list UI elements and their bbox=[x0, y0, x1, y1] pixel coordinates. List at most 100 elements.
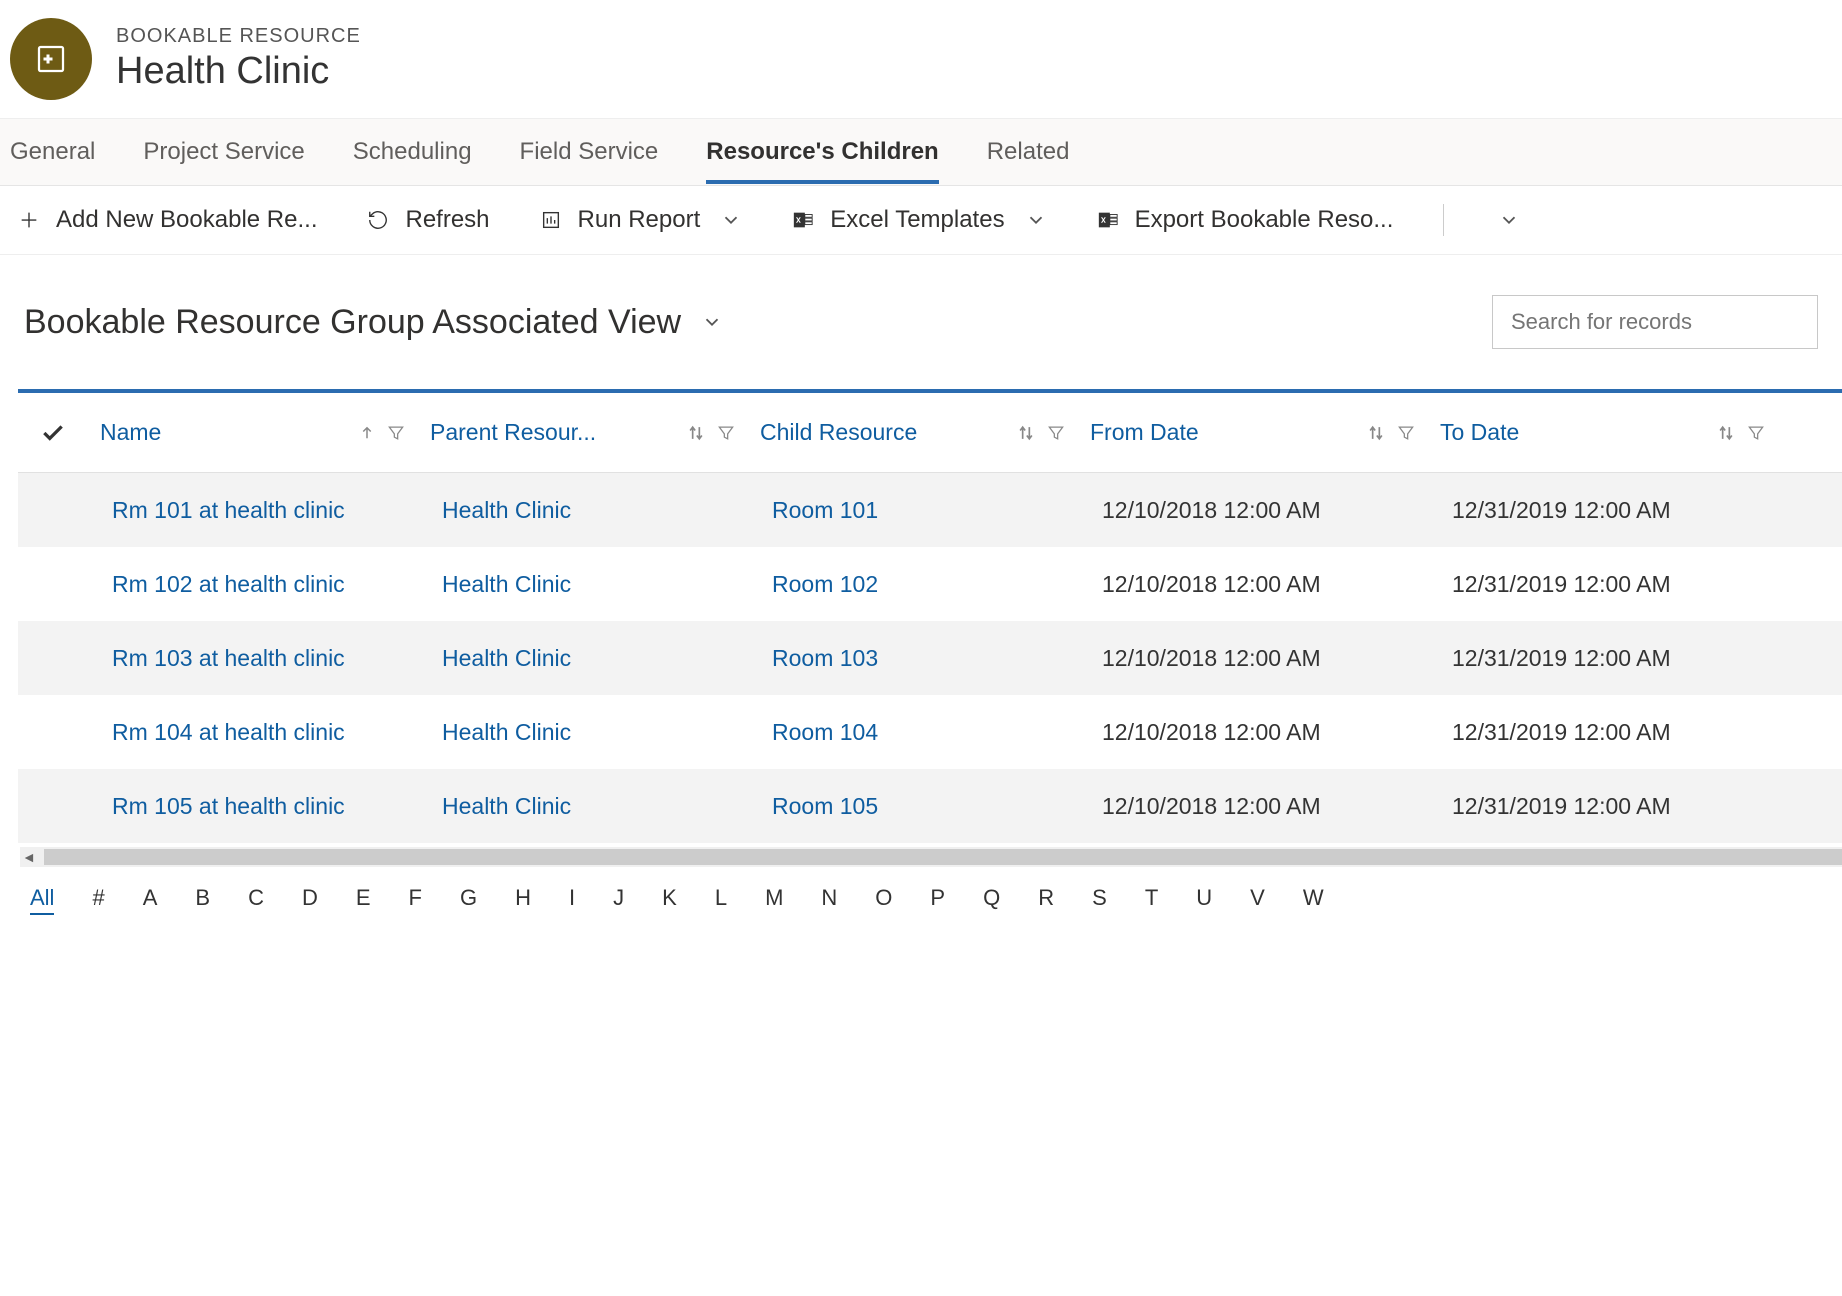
cell-link[interactable]: Room 102 bbox=[760, 571, 890, 598]
export-label: Export Bookable Reso... bbox=[1135, 206, 1394, 234]
chevron-down-icon bbox=[1025, 209, 1047, 231]
add-new-bookable-resource-button[interactable]: Add New Bookable Re... bbox=[18, 206, 317, 234]
table-row[interactable]: Rm 104 at health clinic Health Clinic Room… bbox=[18, 695, 1842, 769]
scroll-left-arrow-icon[interactable]: ◄ bbox=[22, 849, 36, 865]
index-a[interactable]: A bbox=[143, 885, 158, 915]
command-separator bbox=[1443, 204, 1444, 236]
index-k[interactable]: K bbox=[662, 885, 677, 915]
tab-resource-s-children[interactable]: Resource's Children bbox=[706, 122, 938, 182]
cell-link[interactable]: Health Clinic bbox=[430, 571, 583, 598]
chevron-down-icon bbox=[1498, 209, 1520, 231]
index-i[interactable]: I bbox=[569, 885, 575, 915]
run-report-button[interactable]: Run Report bbox=[540, 206, 743, 234]
column-header-parent-resource[interactable]: Parent Resour... bbox=[418, 419, 748, 446]
sort-icon bbox=[686, 423, 706, 443]
index-j[interactable]: J bbox=[613, 885, 624, 915]
index-g[interactable]: G bbox=[460, 885, 477, 915]
check-icon bbox=[40, 420, 66, 446]
index-f[interactable]: F bbox=[409, 885, 422, 915]
cell-link[interactable]: Rm 101 at health clinic bbox=[100, 497, 357, 524]
command-bar: Add New Bookable Re... Refresh Run Repor… bbox=[0, 186, 1842, 255]
index-o[interactable]: O bbox=[875, 885, 892, 915]
index-t[interactable]: T bbox=[1145, 885, 1158, 915]
cell-link[interactable]: Rm 105 at health clinic bbox=[100, 793, 357, 820]
refresh-icon bbox=[367, 209, 389, 231]
index-p[interactable]: P bbox=[930, 885, 945, 915]
sort-icon bbox=[1366, 423, 1386, 443]
index-l[interactable]: L bbox=[715, 885, 727, 915]
index-s[interactable]: S bbox=[1092, 885, 1107, 915]
grid-header-row: Name Parent Resour... Child Resource bbox=[18, 393, 1842, 473]
filter-icon[interactable] bbox=[386, 423, 406, 443]
view-title-label: Bookable Resource Group Associated View bbox=[24, 303, 681, 342]
column-header-from-date[interactable]: From Date bbox=[1078, 419, 1428, 446]
cell-link[interactable]: Room 101 bbox=[760, 497, 890, 524]
chevron-down-icon bbox=[701, 311, 723, 333]
cell-link[interactable]: Rm 103 at health clinic bbox=[100, 645, 357, 672]
table-row[interactable]: Rm 102 at health clinic Health Clinic Room… bbox=[18, 547, 1842, 621]
cell-text: 12/10/2018 12:00 AM bbox=[1090, 571, 1333, 598]
column-header-child-resource[interactable]: Child Resource bbox=[748, 419, 1078, 446]
cell-link[interactable]: Rm 102 at health clinic bbox=[100, 571, 357, 598]
index-m[interactable]: M bbox=[765, 885, 783, 915]
cell-link[interactable]: Health Clinic bbox=[430, 793, 583, 820]
scroll-thumb[interactable] bbox=[44, 849, 1842, 865]
filter-icon[interactable] bbox=[716, 423, 736, 443]
index-r[interactable]: R bbox=[1038, 885, 1054, 915]
add-new-label: Add New Bookable Re... bbox=[56, 206, 317, 234]
report-icon bbox=[540, 209, 562, 231]
tab-general[interactable]: General bbox=[10, 122, 95, 182]
column-header-name[interactable]: Name bbox=[88, 419, 418, 446]
tab-project-service[interactable]: Project Service bbox=[143, 122, 304, 182]
tab-related[interactable]: Related bbox=[987, 122, 1070, 182]
index-c[interactable]: C bbox=[248, 885, 264, 915]
record-header: BOOKABLE RESOURCE Health Clinic bbox=[0, 0, 1842, 118]
record-title: Health Clinic bbox=[116, 50, 361, 93]
export-button[interactable]: Export Bookable Reso... bbox=[1097, 206, 1394, 234]
entity-label: BOOKABLE RESOURCE bbox=[116, 25, 361, 48]
index-v[interactable]: V bbox=[1250, 885, 1265, 915]
cell-link[interactable]: Health Clinic bbox=[430, 719, 583, 746]
column-label: From Date bbox=[1090, 419, 1354, 446]
excel-templates-button[interactable]: Excel Templates bbox=[792, 206, 1046, 234]
tab-strip: General Project Service Scheduling Field Se… bbox=[0, 118, 1842, 186]
index-all[interactable]: All bbox=[30, 885, 54, 915]
cell-link[interactable]: Health Clinic bbox=[430, 645, 583, 672]
column-header-to-date[interactable]: To Date bbox=[1428, 419, 1778, 446]
index-#[interactable]: # bbox=[92, 885, 104, 915]
column-label: Name bbox=[100, 419, 346, 446]
tab-scheduling[interactable]: Scheduling bbox=[353, 122, 472, 182]
index-h[interactable]: H bbox=[515, 885, 531, 915]
cell-text: 12/10/2018 12:00 AM bbox=[1090, 645, 1333, 672]
overflow-menu-button[interactable] bbox=[1494, 209, 1520, 231]
cell-text: 12/10/2018 12:00 AM bbox=[1090, 719, 1333, 746]
cell-link[interactable]: Room 105 bbox=[760, 793, 890, 820]
horizontal-scrollbar[interactable]: ◄ bbox=[20, 847, 1842, 867]
view-header: Bookable Resource Group Associated View bbox=[0, 255, 1842, 369]
select-all-column[interactable] bbox=[18, 420, 88, 446]
sort-icon bbox=[1016, 423, 1036, 443]
index-d[interactable]: D bbox=[302, 885, 318, 915]
table-row[interactable]: Rm 101 at health clinic Health Clinic Room… bbox=[18, 473, 1842, 547]
filter-icon[interactable] bbox=[1746, 423, 1766, 443]
index-w[interactable]: W bbox=[1303, 885, 1324, 915]
cell-link[interactable]: Health Clinic bbox=[430, 497, 583, 524]
cell-link[interactable]: Rm 104 at health clinic bbox=[100, 719, 357, 746]
view-selector[interactable]: Bookable Resource Group Associated View bbox=[24, 303, 723, 342]
index-u[interactable]: U bbox=[1196, 885, 1212, 915]
grid-body: Rm 101 at health clinic Health Clinic Room… bbox=[18, 473, 1842, 843]
tab-field-service[interactable]: Field Service bbox=[520, 122, 659, 182]
table-row[interactable]: Rm 105 at health clinic Health Clinic Room… bbox=[18, 769, 1842, 843]
table-row[interactable]: Rm 103 at health clinic Health Clinic Room… bbox=[18, 621, 1842, 695]
filter-icon[interactable] bbox=[1396, 423, 1416, 443]
index-n[interactable]: N bbox=[821, 885, 837, 915]
index-q[interactable]: Q bbox=[983, 885, 1000, 915]
index-b[interactable]: B bbox=[195, 885, 210, 915]
cell-text: 12/31/2019 12:00 AM bbox=[1440, 571, 1683, 598]
refresh-button[interactable]: Refresh bbox=[367, 206, 489, 234]
filter-icon[interactable] bbox=[1046, 423, 1066, 443]
cell-link[interactable]: Room 103 bbox=[760, 645, 890, 672]
cell-link[interactable]: Room 104 bbox=[760, 719, 890, 746]
search-input[interactable] bbox=[1492, 295, 1818, 349]
index-e[interactable]: E bbox=[356, 885, 371, 915]
